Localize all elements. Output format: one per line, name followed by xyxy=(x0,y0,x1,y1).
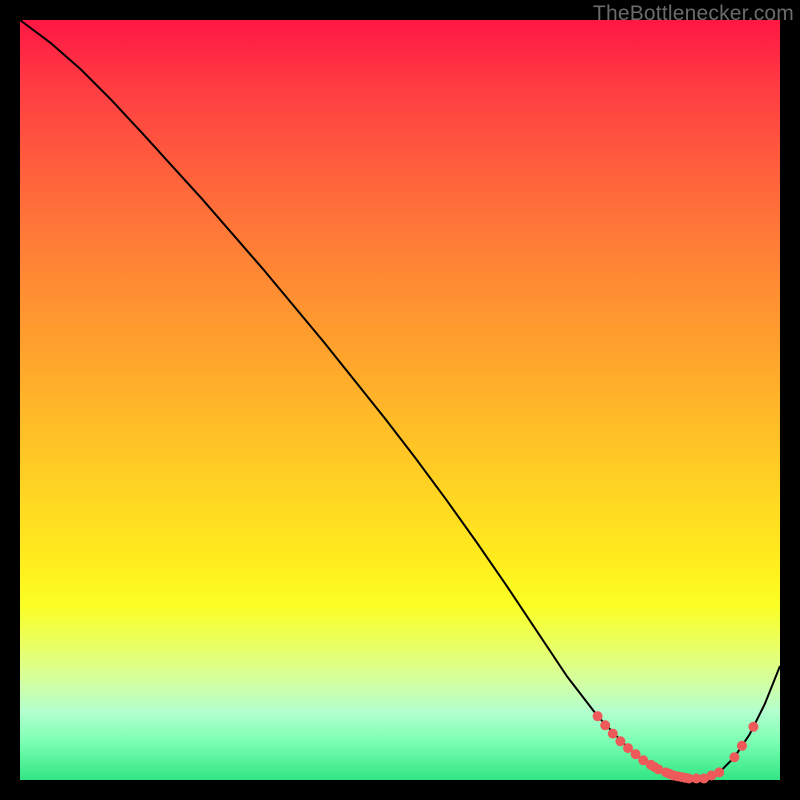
marker-group xyxy=(593,711,759,783)
data-marker xyxy=(737,741,747,751)
data-marker xyxy=(729,752,739,762)
data-marker xyxy=(600,720,610,730)
chart-frame: TheBottlenecker.com xyxy=(0,0,800,800)
bottleneck-curve xyxy=(20,20,780,778)
data-marker xyxy=(593,711,603,721)
plot-area xyxy=(20,20,780,780)
data-marker xyxy=(608,729,618,739)
curve-svg xyxy=(20,20,780,780)
data-marker xyxy=(748,722,758,732)
watermark: TheBottlenecker.com xyxy=(593,2,794,26)
data-marker xyxy=(615,736,625,746)
data-marker xyxy=(714,767,724,777)
